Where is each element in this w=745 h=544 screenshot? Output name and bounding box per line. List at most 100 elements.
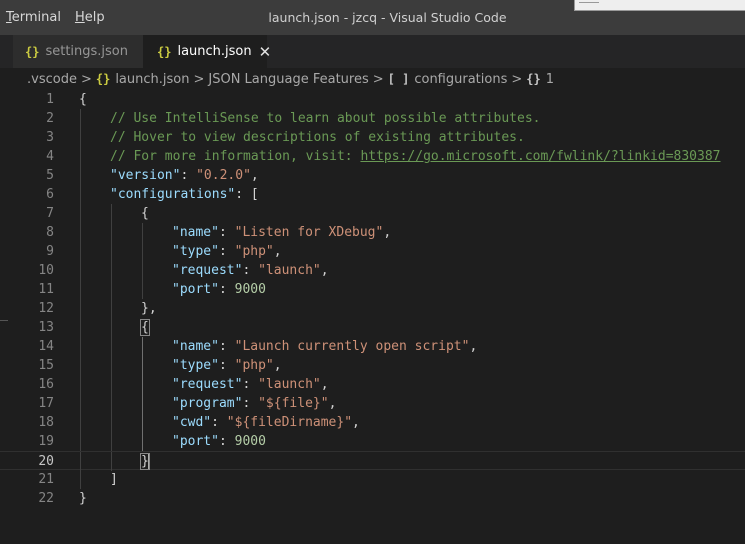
line-number: 15 [38,358,54,373]
code-token: "cwd" [172,415,212,430]
breadcrumb-array[interactable]: [ ] configurations [388,72,508,87]
code-line[interactable]: 16 "request": "launch", [0,375,745,394]
indent-guide [80,337,81,356]
indent-guide [80,109,81,128]
code-line[interactable]: 3 // Hover to view descriptions of existi… [0,128,745,147]
indent-guide [142,394,143,413]
code-line[interactable]: 20} [0,451,745,471]
code-content: "type": "php", [172,242,282,261]
indent-guide [80,413,81,432]
code-token: "request" [172,377,243,392]
code-line[interactable]: 17 "program": "${file}", [0,394,745,413]
menu-help[interactable]: Help [69,0,113,35]
code-content: } [79,489,87,508]
code-token: "name" [172,225,219,240]
code-token: { [79,92,87,107]
code-line[interactable]: 5 "version": "0.2.0", [0,166,745,185]
indent-guide [142,375,143,394]
code-line[interactable]: 6 "configurations": [ [0,185,745,204]
code-line[interactable]: 7{ [0,204,745,223]
indent-guide [80,166,81,185]
code-line[interactable]: 4 // For more information, visit: https:/… [0,147,745,166]
tab-settings-json[interactable]: {} settings.json [13,35,143,68]
code-token: { [140,319,150,336]
code-token: : [242,263,259,278]
code-token: : [242,377,259,392]
code-line[interactable]: 10 "request": "launch", [0,261,745,280]
line-number: 14 [38,339,54,354]
code-line[interactable]: 13 { [0,318,745,337]
line-number: 8 [46,225,54,240]
indent-guide [111,394,112,413]
code-token: : [ [235,187,259,202]
indent-guide [80,147,81,166]
indent-guide [80,432,81,451]
tab-launch-json[interactable]: {} launch.json ✕ [143,35,271,68]
code-token: "Launch currently open script" [234,339,470,354]
code-token: "program" [172,396,243,411]
line-number: 2 [46,111,54,126]
code-editor[interactable]: 1{2// Use IntelliSense to learn about po… [0,90,745,544]
code-line[interactable]: 12}, [0,299,745,318]
code-token: { [141,206,149,221]
breadcrumb-file[interactable]: {} launch.json [96,72,190,87]
code-token: : [242,396,259,411]
code-line[interactable]: 9 "type": "php", [0,242,745,261]
code-token: "name" [172,339,219,354]
code-content: "port": 9000 [172,432,266,451]
code-line[interactable]: 14 "name": "Launch currently open script"… [0,337,745,356]
line-number: 4 [46,149,54,164]
code-content: "name": "Listen for XDebug", [172,223,391,242]
code-token: "launch" [258,377,321,392]
menu-bar: Terminal Help [0,0,113,35]
code-line[interactable]: 1{ [0,90,745,109]
line-number: 21 [38,472,54,487]
indent-guide [80,128,81,147]
tab-label: settings.json [45,44,129,59]
code-token: : [218,358,235,373]
code-token: 9000 [234,434,266,449]
indent-guide [142,223,143,242]
code-content: "configurations": [ [110,185,259,204]
tab-label: launch.json [177,44,252,59]
code-token: : [218,244,235,259]
breadcrumb-folder[interactable]: .vscode [27,72,77,87]
code-line[interactable]: 21] [0,470,745,489]
code-token: 9000 [234,282,266,297]
line-number: 19 [38,434,54,449]
indent-guide [142,413,143,432]
code-content: { [141,204,149,223]
code-token: , [250,168,259,183]
code-line[interactable]: 2 // Use IntelliSense to learn about poss… [0,109,745,128]
breadcrumb-object[interactable]: {} 1 [526,72,554,87]
code-token: , [352,415,360,430]
line-number: 9 [46,244,54,259]
line-number: 10 [38,263,54,278]
code-content: } [140,452,150,471]
menu-terminal[interactable]: Terminal [0,0,69,35]
indent-guide [111,413,112,432]
code-line[interactable]: 18 "cwd": "${fileDirname}", [0,413,745,432]
json-file-icon: {} [25,44,40,59]
line-number: 3 [46,130,54,145]
code-line[interactable]: 11 "port": 9000 [0,280,745,299]
code-link[interactable]: https://go.microsoft.com/fwlink/?linkid=… [360,149,720,164]
line-number: 6 [46,187,54,202]
indent-guide [80,242,81,261]
code-line[interactable]: 8 "name": "Listen for XDebug", [0,223,745,242]
indent-guide [80,470,81,489]
close-icon[interactable]: ✕ [259,43,272,61]
code-content: { [140,318,150,337]
code-token: "${fileDirname}" [226,415,353,430]
line-number: 12 [38,301,54,316]
breadcrumb-provider[interactable]: JSON Language Features [208,72,368,87]
indent-guide [142,280,143,299]
code-line[interactable]: 15 "type": "php", [0,356,745,375]
code-line[interactable]: 22} [0,489,745,508]
code-token: : [180,168,197,183]
code-content: { [79,90,87,109]
indent-guide [111,452,112,471]
line-number: 11 [38,282,54,297]
code-line[interactable]: 19 "port": 9000 [0,432,745,451]
indent-guide [111,261,112,280]
